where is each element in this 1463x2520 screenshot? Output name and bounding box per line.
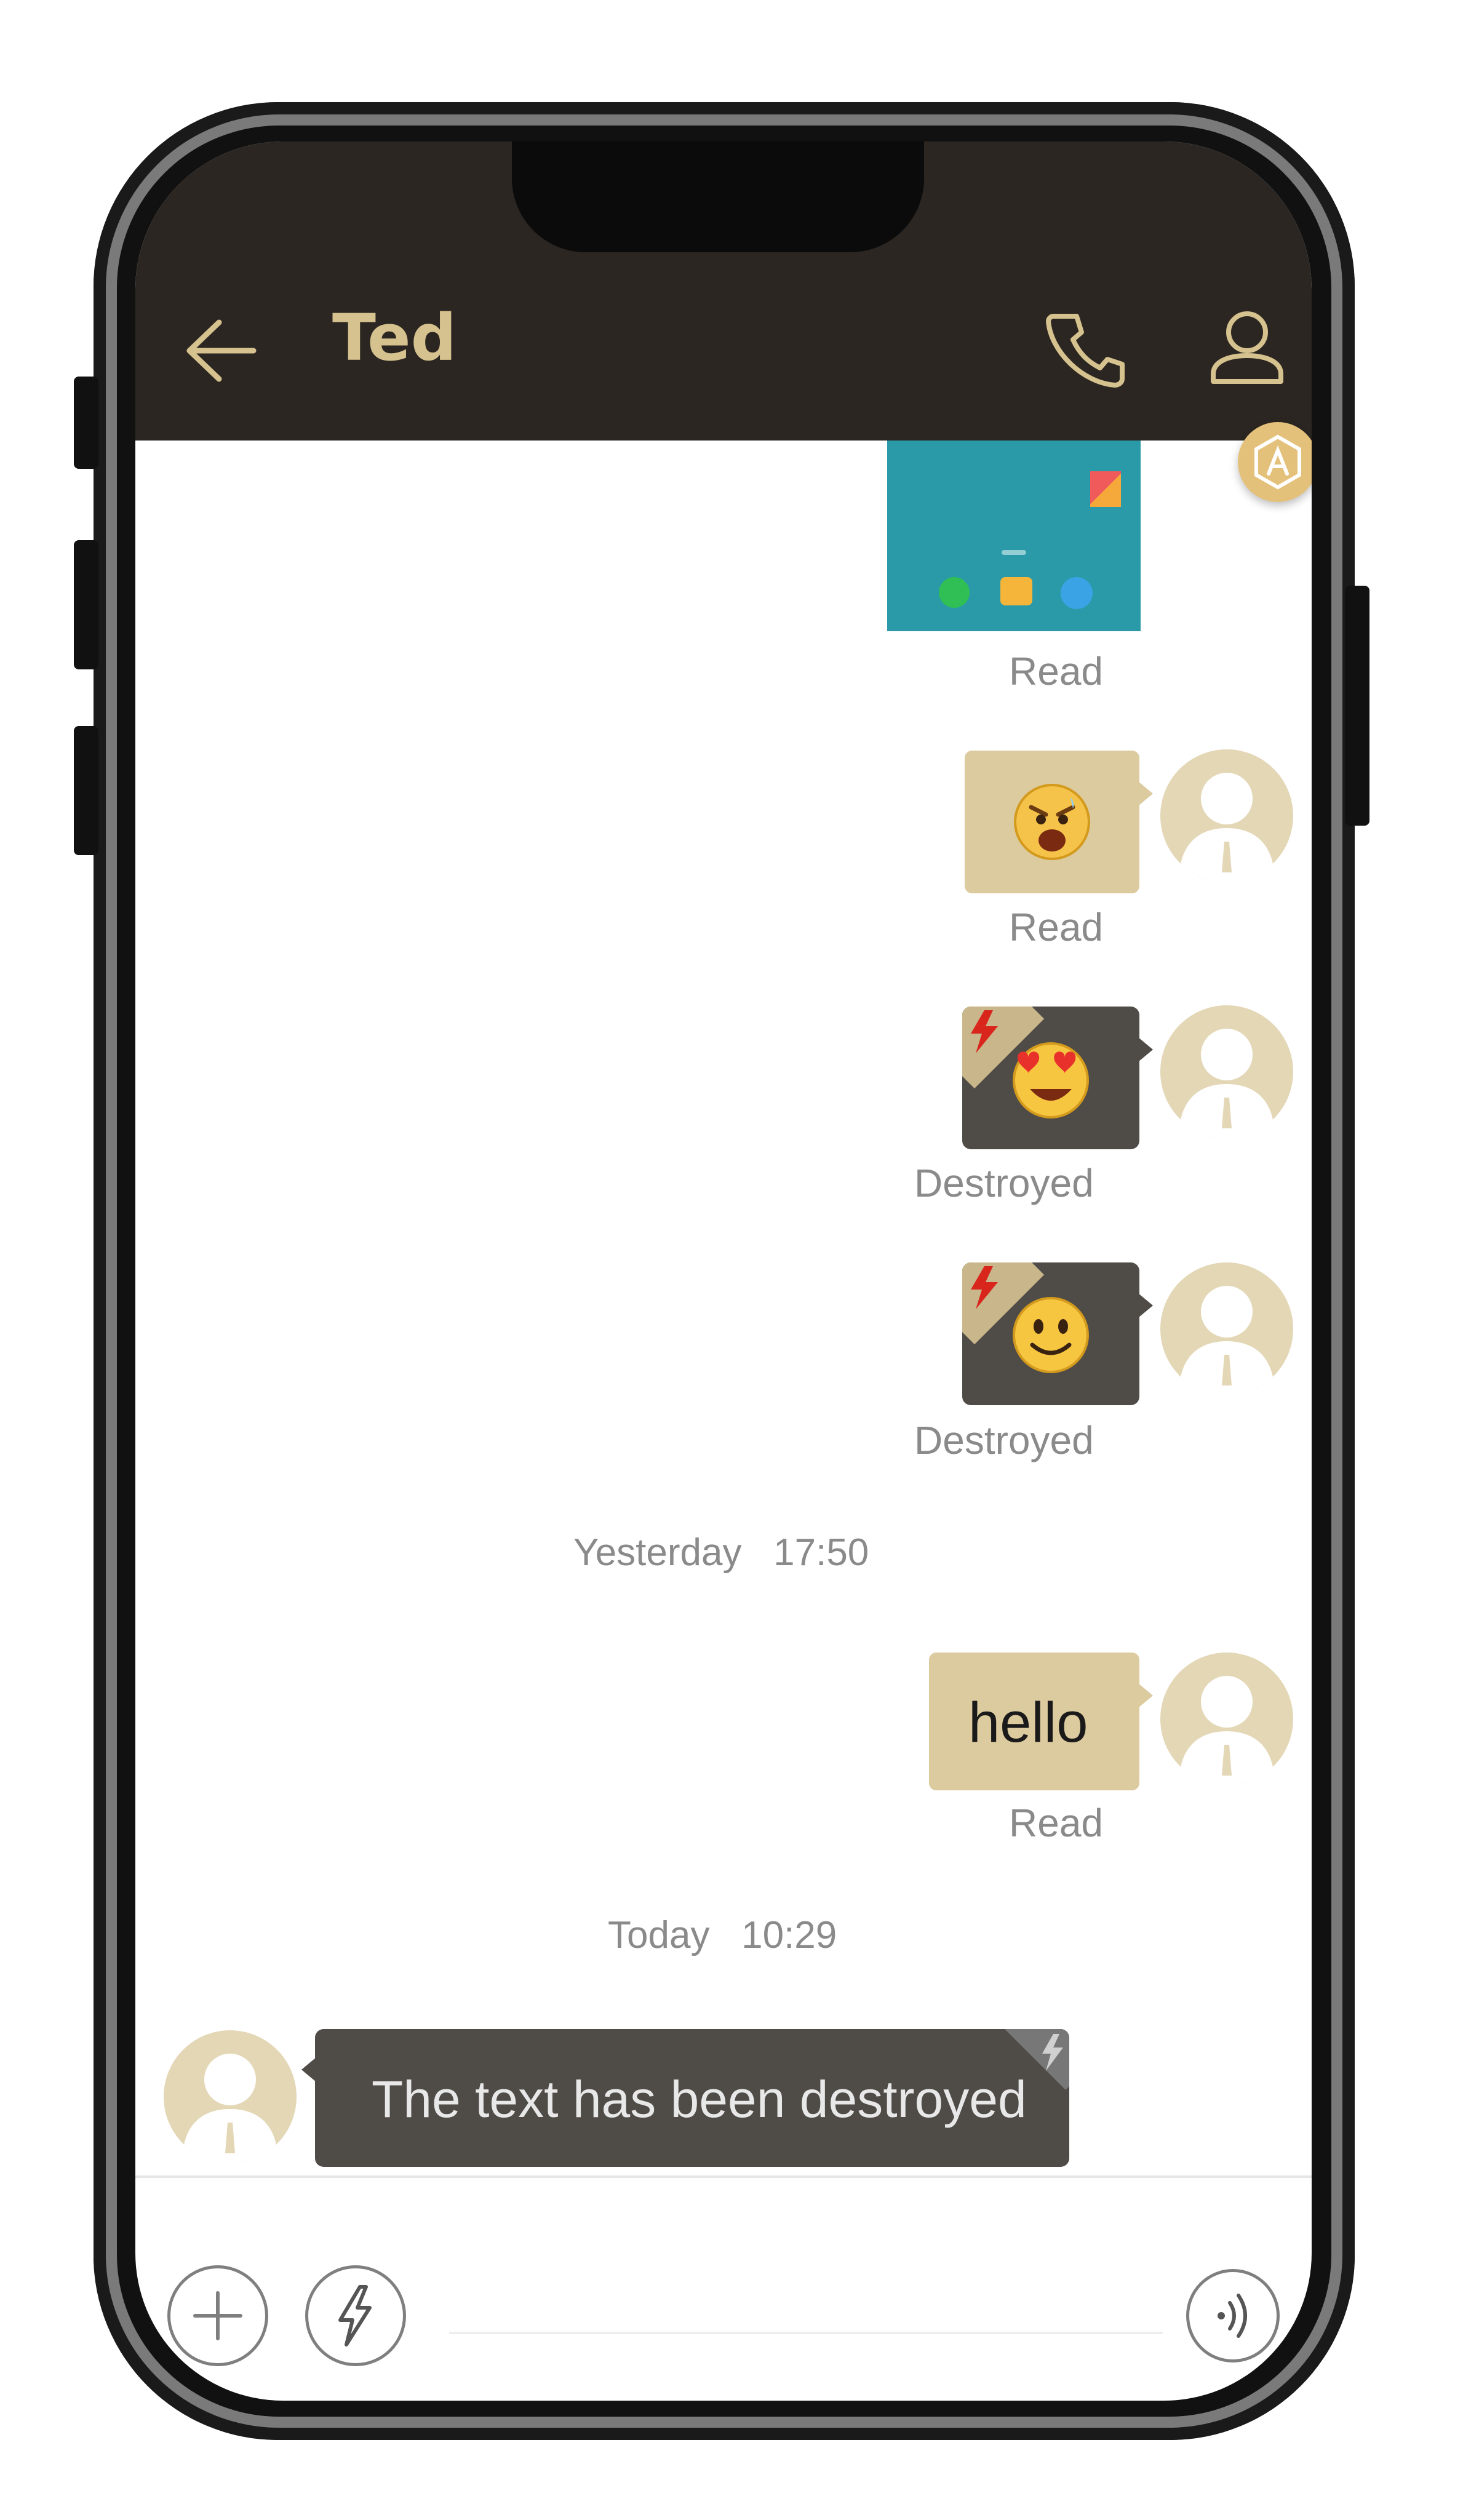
message-status: Read bbox=[1009, 649, 1103, 693]
bubble-tail bbox=[1138, 781, 1153, 806]
a-badge-icon[interactable] bbox=[1238, 422, 1312, 502]
dock-phone-icon bbox=[939, 577, 970, 608]
avatar[interactable] bbox=[1160, 1005, 1293, 1138]
dock-browser-icon bbox=[1061, 577, 1093, 609]
add-button[interactable] bbox=[167, 2265, 268, 2366]
red-lightning-icon bbox=[971, 1266, 998, 1309]
bubble-tail bbox=[1138, 1037, 1153, 1062]
message-status: Destroyed bbox=[914, 1418, 1094, 1462]
angry-emoji-icon bbox=[1014, 784, 1090, 860]
plus-icon bbox=[193, 2291, 242, 2340]
avatar[interactable] bbox=[1160, 749, 1293, 882]
voice-button[interactable] bbox=[1186, 2269, 1280, 2362]
contact-button[interactable] bbox=[1207, 306, 1287, 386]
avatar-silhouette-icon bbox=[182, 2054, 278, 2163]
back-button[interactable] bbox=[178, 308, 265, 394]
burn-after-reading-button[interactable] bbox=[305, 2265, 406, 2366]
side-button-volume-down bbox=[74, 726, 98, 855]
dock-message-icon bbox=[1000, 577, 1032, 605]
side-button-mute bbox=[74, 377, 98, 469]
bubble-tail bbox=[1138, 1293, 1153, 1318]
phone-icon bbox=[1046, 314, 1125, 388]
avatar-silhouette-icon bbox=[1179, 1029, 1275, 1138]
notch bbox=[512, 142, 924, 252]
side-button-volume-up bbox=[74, 540, 98, 669]
text-message[interactable]: hello bbox=[929, 1653, 1139, 1790]
a-badge-glyph bbox=[1254, 434, 1301, 490]
arrow-left-icon bbox=[186, 319, 257, 382]
chat-title: Ted bbox=[332, 300, 457, 375]
message-input[interactable] bbox=[449, 2332, 1163, 2334]
red-lightning-icon bbox=[971, 1010, 998, 1053]
timestamp-divider: Yesterday 17:50 bbox=[573, 1531, 869, 1574]
avatar-silhouette-icon bbox=[1179, 773, 1275, 882]
avatar[interactable] bbox=[1160, 1262, 1293, 1395]
phone-screen: Ted Read Read Destroyed Destroyed Yester… bbox=[135, 142, 1312, 2401]
destroyed-text-message[interactable]: The text has been destroyed bbox=[315, 2029, 1069, 2167]
message-status: Destroyed bbox=[914, 1161, 1094, 1205]
avatar[interactable] bbox=[164, 2030, 297, 2163]
voice-wave-icon bbox=[1218, 2294, 1247, 2338]
avatar[interactable] bbox=[1160, 1653, 1293, 1785]
message-text: The text has been destroyed bbox=[372, 2070, 1027, 2128]
avatar-silhouette-icon bbox=[1179, 1286, 1275, 1395]
smile-emoji-icon bbox=[1013, 1297, 1089, 1373]
message-text: hello bbox=[968, 1691, 1088, 1754]
bubble-tail bbox=[301, 2057, 316, 2082]
app-icon-thumbnail bbox=[1090, 471, 1121, 507]
side-button-power bbox=[1345, 586, 1369, 826]
input-divider bbox=[135, 2175, 1312, 2178]
page-dots bbox=[1002, 550, 1026, 555]
message-status: Read bbox=[1009, 905, 1103, 949]
emoji-message[interactable] bbox=[965, 751, 1139, 893]
person-icon bbox=[1211, 311, 1283, 384]
burn-emoji-message[interactable] bbox=[962, 1262, 1139, 1405]
call-button[interactable] bbox=[1045, 308, 1125, 388]
image-message[interactable] bbox=[887, 441, 1141, 631]
timestamp-divider: Today 10:29 bbox=[608, 1914, 837, 1956]
burn-emoji-message[interactable] bbox=[962, 1007, 1139, 1149]
lightning-icon bbox=[1042, 2034, 1063, 2071]
avatar-silhouette-icon bbox=[1179, 1676, 1275, 1785]
lightning-icon bbox=[338, 2285, 372, 2347]
message-status: Read bbox=[1009, 1801, 1103, 1845]
bubble-tail bbox=[1138, 1683, 1153, 1708]
heart-eyes-emoji-icon bbox=[1013, 1042, 1089, 1118]
